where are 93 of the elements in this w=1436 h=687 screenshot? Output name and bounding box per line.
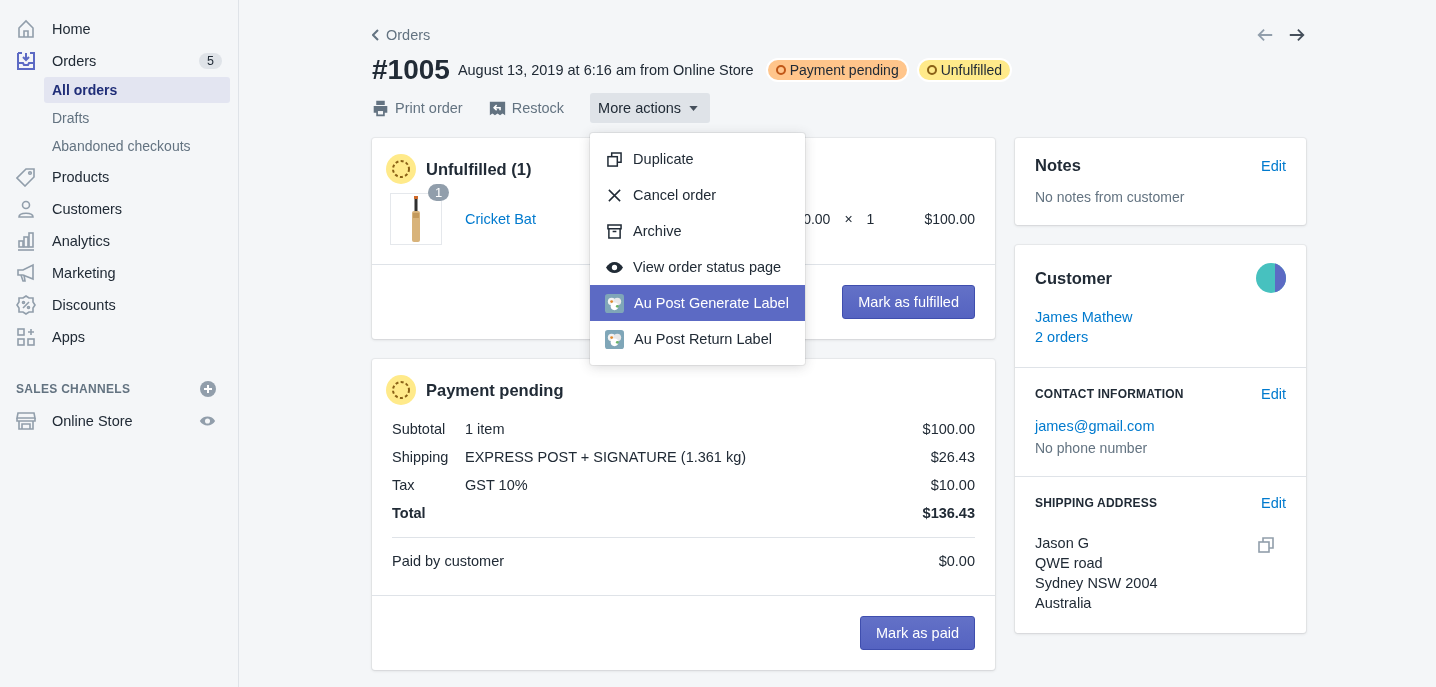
home-icon bbox=[16, 19, 36, 39]
address-line: Sydney NSW 2004 bbox=[1035, 574, 1158, 593]
payment-amount: $0.00 bbox=[938, 553, 975, 569]
pending-status-icon bbox=[386, 154, 416, 184]
card-title: Payment pending bbox=[426, 380, 564, 400]
section-heading: SHIPPING ADDRESS bbox=[1035, 496, 1158, 510]
right-arrow-icon[interactable] bbox=[1288, 27, 1306, 43]
pending-status-icon bbox=[386, 375, 416, 405]
discount-icon bbox=[16, 295, 36, 315]
edit-link[interactable]: Edit bbox=[1261, 495, 1286, 511]
left-arrow-icon[interactable] bbox=[1256, 27, 1274, 43]
close-icon bbox=[606, 187, 624, 203]
menu-item[interactable]: Archive bbox=[590, 213, 806, 249]
nav-item[interactable]: Orders 5 bbox=[0, 45, 238, 77]
status-badge: Payment pending bbox=[765, 58, 909, 82]
nav-item[interactable]: Products bbox=[0, 161, 238, 193]
printer-icon bbox=[372, 99, 389, 117]
address-line: QWE road bbox=[1035, 554, 1104, 573]
nav-subitem[interactable]: Abandoned checkouts bbox=[44, 133, 230, 159]
orders-link[interactable]: 2 orders bbox=[1035, 327, 1089, 347]
payment-amount: $100.00 bbox=[922, 421, 975, 437]
add-icon[interactable] bbox=[200, 381, 216, 397]
nav-item[interactable]: Discounts bbox=[0, 289, 238, 321]
edit-link[interactable]: Edit bbox=[1261, 386, 1286, 402]
mark-fulfilled-button[interactable]: Mark as fulfilled bbox=[842, 285, 975, 319]
nav-item[interactable]: Marketing bbox=[0, 257, 238, 289]
eye-icon bbox=[606, 259, 624, 275]
inbox-icon bbox=[16, 51, 36, 71]
quantity: 1 bbox=[866, 211, 875, 227]
nav-subitem[interactable]: All orders bbox=[44, 77, 230, 103]
copy-icon[interactable] bbox=[1258, 537, 1274, 553]
product-link[interactable]: Cricket Bat bbox=[465, 211, 536, 227]
quantity-badge: 1 bbox=[428, 184, 450, 201]
nav-item[interactable]: Apps bbox=[0, 321, 238, 353]
chevron-left-icon bbox=[372, 29, 380, 41]
restock-icon bbox=[488, 99, 506, 117]
payment-label: Total bbox=[392, 505, 427, 521]
line-total: $100.00 bbox=[924, 211, 975, 227]
edit-link[interactable]: Edit bbox=[1261, 157, 1286, 174]
payment-label: Shipping bbox=[392, 449, 450, 465]
nav-subitem[interactable]: Drafts bbox=[44, 105, 230, 131]
nav-item[interactable]: Customers bbox=[0, 193, 238, 225]
order-date: August 13, 2019 at 6:16 am from Online Store bbox=[457, 62, 754, 78]
order-number: #1005 bbox=[372, 54, 450, 86]
menu-item[interactable]: Au Post Return Label bbox=[590, 321, 806, 357]
payment-amount: $26.43 bbox=[930, 449, 975, 465]
bar-chart-icon bbox=[16, 231, 36, 251]
section-heading: SALES CHANNELS bbox=[16, 382, 132, 396]
payment-label: Subtotal bbox=[392, 421, 447, 437]
print-button[interactable]: Print order bbox=[372, 99, 489, 117]
section-heading: CONTACT INFORMATION bbox=[1035, 387, 1184, 401]
duplicate-icon bbox=[606, 151, 624, 167]
nav-item[interactable]: Online Store bbox=[0, 405, 238, 437]
payment-amount: $10.00 bbox=[930, 477, 975, 493]
notes-text: No notes from customer bbox=[1035, 189, 1186, 205]
store-icon bbox=[16, 411, 36, 431]
payment-detail: 1 item bbox=[465, 421, 505, 437]
count-badge: 5 bbox=[199, 53, 222, 69]
apps-icon bbox=[16, 327, 36, 347]
status-badge: Unfulfilled bbox=[916, 58, 1013, 82]
nav-item[interactable]: Analytics bbox=[0, 225, 238, 257]
card-title: Customer bbox=[1035, 268, 1112, 288]
menu-item[interactable]: View order status page bbox=[590, 249, 806, 285]
email-link[interactable]: james@gmail.com bbox=[1035, 416, 1155, 436]
card-title: Unfulfilled (1) bbox=[426, 159, 532, 179]
payment-amount: $136.43 bbox=[922, 505, 975, 521]
back-link[interactable]: Orders bbox=[372, 27, 431, 43]
card-title: Notes bbox=[1035, 156, 1081, 175]
eye-icon[interactable] bbox=[199, 415, 216, 427]
archive-icon bbox=[606, 223, 624, 239]
menu-item[interactable]: Duplicate bbox=[590, 141, 806, 177]
app-icon bbox=[605, 293, 625, 313]
menu-item[interactable]: Cancel order bbox=[590, 177, 806, 213]
mark-paid-button[interactable]: Mark as paid bbox=[860, 616, 975, 650]
tag-icon bbox=[16, 167, 36, 187]
more-actions-button[interactable]: More actions bbox=[590, 93, 711, 123]
nav-item[interactable]: Home bbox=[0, 13, 238, 45]
customer-name-link[interactable]: James Mathew bbox=[1035, 307, 1133, 327]
multiply-sign: × bbox=[844, 211, 853, 227]
avatar-icon bbox=[1256, 263, 1286, 293]
caret-icon bbox=[689, 105, 699, 111]
person-icon bbox=[16, 199, 36, 219]
menu-item[interactable]: Au Post Generate Label bbox=[590, 285, 806, 321]
address-line: Australia bbox=[1035, 594, 1093, 613]
app-icon bbox=[605, 329, 625, 349]
address-line: Jason G bbox=[1035, 534, 1090, 553]
restock-button[interactable]: Restock bbox=[488, 99, 591, 117]
megaphone-icon bbox=[16, 263, 36, 283]
payment-detail: EXPRESS POST + SIGNATURE (1.361 kg) bbox=[465, 449, 747, 465]
payment-detail: GST 10% bbox=[465, 477, 528, 493]
payment-label: Paid by customer bbox=[392, 553, 505, 569]
payment-label: Tax bbox=[392, 477, 416, 493]
phone-text: No phone number bbox=[1035, 440, 1149, 456]
